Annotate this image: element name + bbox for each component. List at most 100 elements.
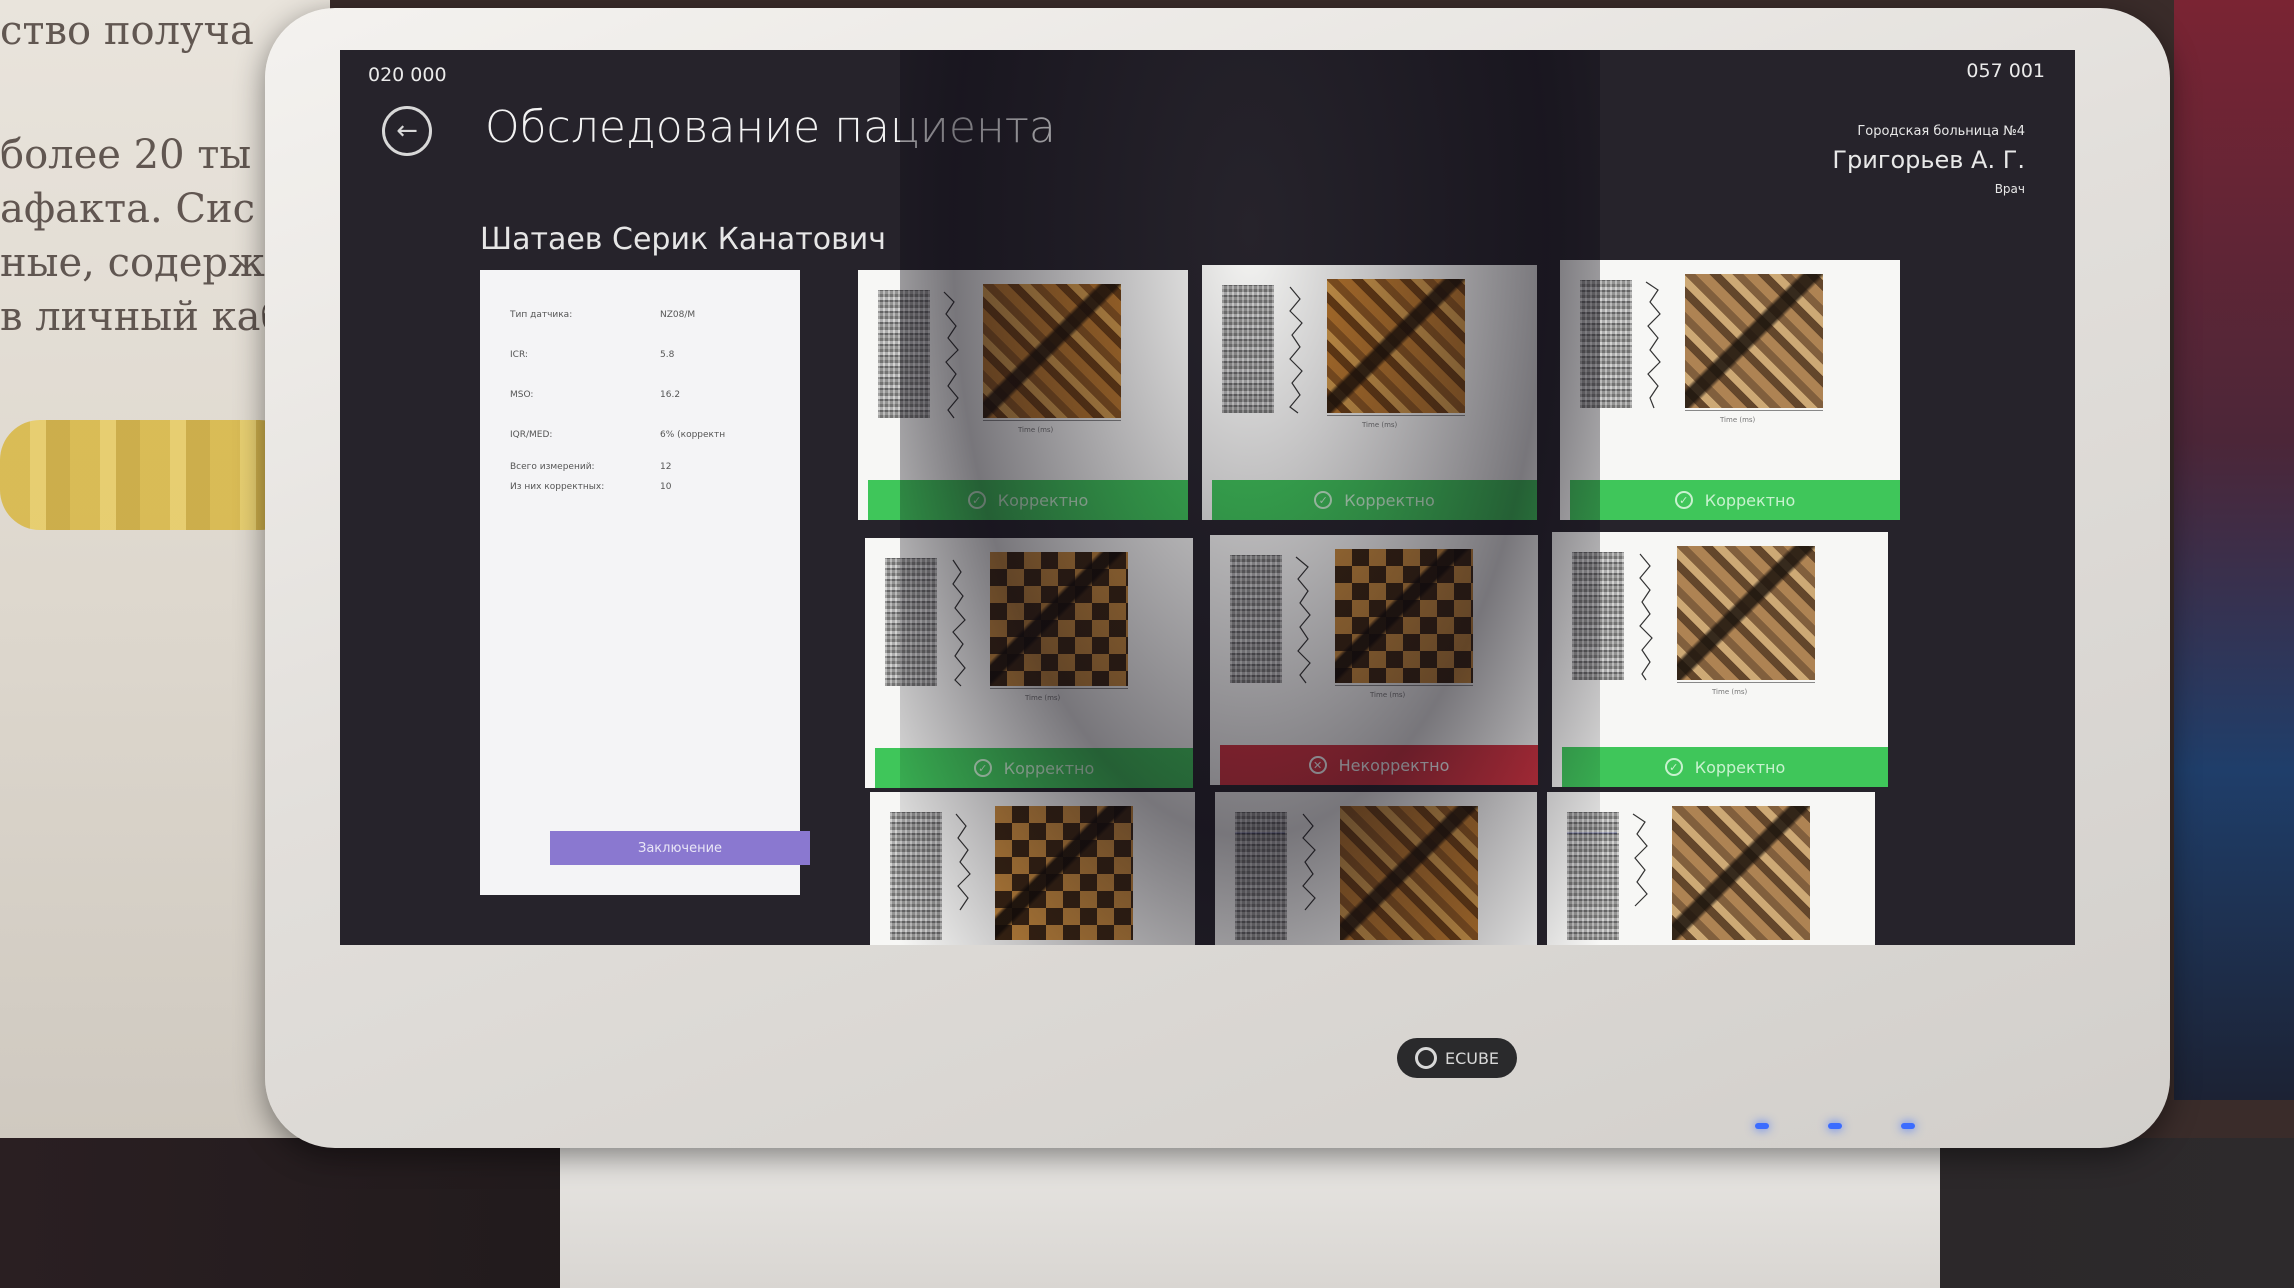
app-screen: 020 000 057 001 ← Обследование пациента …	[340, 50, 2075, 945]
info-label: Из них корректных:	[510, 482, 605, 492]
status-label: Корректно	[1344, 490, 1435, 510]
info-row: MSO: 16.2	[510, 390, 680, 400]
info-value: 5.8	[660, 350, 675, 360]
book-text-line: ство получа	[0, 8, 254, 54]
book-text-line: более 20 ты	[0, 132, 252, 178]
elastography-map	[990, 552, 1128, 686]
elastography-map	[1335, 549, 1473, 683]
info-row: IQR/MED: 6% (корректн	[510, 430, 725, 440]
info-value: 16.2	[660, 390, 681, 400]
power-led-icon	[1828, 1123, 1842, 1129]
background-right-stand	[2174, 0, 2294, 1100]
axis-label: Time (ms)	[1712, 688, 1748, 696]
organization-name: Городская больница №4	[1857, 124, 2025, 139]
elastogram-trace	[1302, 813, 1316, 911]
status-label: Корректно	[997, 490, 1089, 510]
elastogram-trace	[943, 291, 959, 419]
patient-name: Шатаев Серик Канатович	[480, 222, 887, 257]
conclusion-button[interactable]: Заключение	[550, 831, 810, 865]
elastogram-trace	[955, 813, 971, 911]
elastogram-trace	[1639, 553, 1653, 681]
map-axis	[1335, 685, 1473, 686]
status-label: Корректно	[1704, 490, 1796, 510]
book-text-line: афакта. Сис	[0, 186, 256, 232]
map-axis	[983, 420, 1121, 421]
elastogram-trace	[1632, 813, 1648, 907]
m-mode-strip	[1567, 812, 1619, 940]
info-label: IQR/MED:	[510, 430, 553, 440]
elastography-map	[1340, 806, 1478, 940]
m-mode-strip	[878, 290, 930, 418]
logo-text: ECUBE	[1444, 1048, 1500, 1068]
info-value: 6% (корректн	[660, 430, 726, 440]
check-circle-icon: ✓	[967, 491, 986, 509]
elastogram-trace	[1289, 286, 1303, 414]
map-axis	[990, 688, 1128, 689]
doctor-role: Врач	[1994, 182, 2025, 196]
shortcut-hint-right: 057 001	[1966, 60, 2045, 82]
measurement-thumbnail[interactable]: Time (ms) ✓ Корректно	[1560, 260, 1900, 520]
shortcut-hint-left: 020 000	[368, 64, 447, 86]
status-bar-incorrect: ✕ Некорректно	[1220, 745, 1538, 785]
status-bar-correct: ✓ Корректно	[868, 480, 1188, 520]
m-mode-strip	[1222, 285, 1274, 413]
back-button[interactable]: ←	[382, 106, 432, 156]
measurement-thumbnail[interactable]: Time (ms) ✓ Корректно	[865, 538, 1193, 788]
info-label: ICR:	[510, 350, 528, 360]
ornament-band	[0, 420, 300, 530]
elastogram-trace	[952, 559, 966, 687]
axis-label: Time (ms)	[1018, 426, 1054, 434]
info-row: Из них корректных: 10	[510, 482, 671, 492]
status-label: Корректно	[1003, 758, 1095, 778]
m-mode-strip	[1572, 552, 1624, 680]
measurement-thumbnail[interactable]: Time (ms) ✓ Корректно	[1202, 265, 1537, 520]
status-bar-correct: ✓ Корректно	[1212, 480, 1537, 520]
monitor-logo: ECUBE	[1397, 1038, 1517, 1078]
info-label: Тип датчика:	[510, 310, 573, 320]
book-text-line: в личный каб	[0, 294, 285, 340]
measurement-thumbnail[interactable]: Time (ms) ✓ Корректно	[858, 270, 1188, 520]
measurement-thumbnail[interactable]: Time (ms) ✕ Некорректно	[1210, 535, 1538, 785]
arrow-left-icon: ←	[396, 116, 418, 146]
info-row: Тип датчика: NZ08/M	[510, 310, 695, 320]
info-value: NZ08/M	[660, 310, 696, 320]
axis-label: Time (ms)	[1720, 416, 1756, 424]
m-mode-strip	[885, 558, 937, 686]
elastography-map	[995, 806, 1133, 940]
measurement-thumbnail[interactable]	[870, 792, 1195, 945]
measurement-thumbnail[interactable]: Time (ms) ✓ Корректно	[1552, 532, 1888, 787]
measurement-thumbnail[interactable]	[1215, 792, 1537, 945]
status-bar-correct: ✓ Корректно	[1562, 747, 1888, 787]
doctor-name[interactable]: Григорьев А. Г.	[1832, 146, 2025, 174]
elastogram-trace	[1295, 556, 1311, 684]
elastography-map	[1327, 279, 1465, 413]
axis-label: Time (ms)	[1025, 694, 1061, 702]
page-title: Обследование пациента	[485, 102, 1056, 153]
elastography-map	[1672, 806, 1810, 940]
elastography-map	[1685, 274, 1823, 408]
info-value: 10	[660, 482, 672, 492]
map-axis	[1327, 415, 1465, 416]
info-label: Всего измерений:	[510, 462, 595, 472]
info-value: 12	[660, 462, 672, 472]
status-bar-correct: ✓ Корректно	[875, 748, 1193, 788]
info-row: Всего измерений: 12	[510, 462, 671, 472]
logo-circle-icon	[1414, 1047, 1437, 1069]
power-led-icon	[1901, 1123, 1915, 1129]
book-text-line: ные, содержа	[0, 240, 289, 286]
m-mode-strip	[1230, 555, 1282, 683]
power-led-icon	[1755, 1123, 1769, 1129]
m-mode-strip	[1580, 280, 1632, 408]
check-circle-icon: ✓	[973, 759, 992, 777]
axis-label: Time (ms)	[1370, 691, 1406, 699]
monitor-stand-base	[560, 1138, 1940, 1288]
map-axis	[1685, 410, 1823, 411]
status-label: Корректно	[1694, 757, 1786, 777]
elastography-map	[983, 284, 1121, 418]
exam-info-panel: Тип датчика: NZ08/M ICR: 5.8 MSO: 16.2 I…	[480, 270, 810, 895]
status-bar-correct: ✓ Корректно	[1570, 480, 1900, 520]
measurement-thumbnail[interactable]	[1547, 792, 1875, 945]
info-row: ICR: 5.8	[510, 350, 674, 360]
info-label: MSO:	[510, 390, 534, 400]
m-mode-strip	[890, 812, 942, 940]
